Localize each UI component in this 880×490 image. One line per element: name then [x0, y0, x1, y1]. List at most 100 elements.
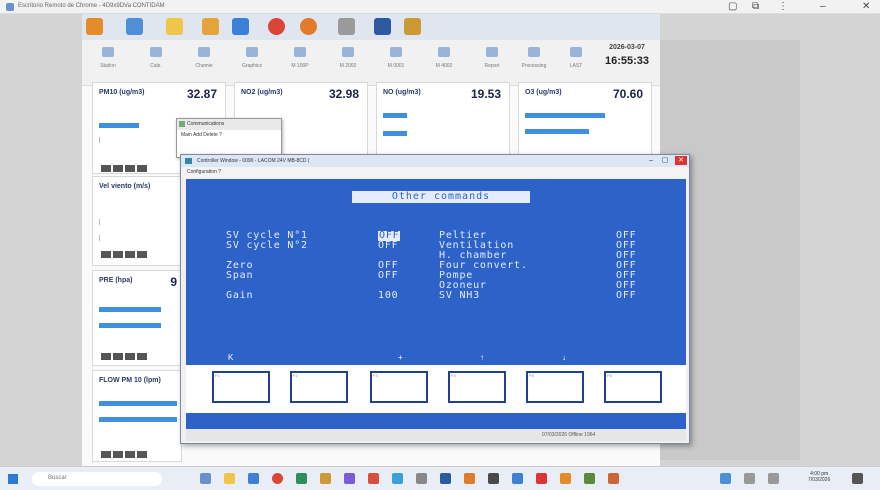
- remote-window-titlebar: Escritorio Remoto de Chrome - 4D9x9DVa C…: [0, 0, 880, 14]
- toolbar-button[interactable]: Cals.: [134, 44, 178, 78]
- communications-titlebar[interactable]: Communications: [177, 119, 281, 130]
- level-bar: [99, 417, 177, 422]
- windows-start-icon[interactable]: [8, 474, 18, 484]
- toolbar-button[interactable]: M 0001: [374, 44, 418, 78]
- taskbar-app-icon[interactable]: [440, 473, 451, 484]
- toolbar-button[interactable]: M 2002: [326, 44, 370, 78]
- app-icon[interactable]: [300, 18, 317, 35]
- toolbar-button[interactable]: Chemie: [182, 44, 226, 78]
- fkey-label: K: [228, 353, 234, 362]
- app-icon[interactable]: [338, 18, 355, 35]
- toolbar: Station Cals. Chemie Graphics M 100P M 2…: [82, 40, 660, 86]
- toolbar-button[interactable]: M 4002: [422, 44, 466, 78]
- level-bar: [99, 323, 161, 328]
- toolbar-button[interactable]: Processing: [512, 44, 556, 78]
- menu-dots-icon[interactable]: ⋮: [778, 1, 788, 12]
- level-bar: [383, 131, 407, 136]
- taskbar-app-icon[interactable]: [416, 473, 427, 484]
- function-key-f3[interactable]: F3: [370, 371, 428, 403]
- close-icon[interactable]: ✕: [862, 1, 870, 12]
- system-tray-icon[interactable]: [744, 473, 755, 484]
- controller-window[interactable]: Controller Window - 0090 - LACOM 24V MB-…: [180, 154, 690, 444]
- terminal-icon: [185, 158, 192, 164]
- app-icon[interactable]: [126, 18, 143, 35]
- function-key-f1[interactable]: F1: [212, 371, 270, 403]
- span-value[interactable]: OFF: [378, 271, 398, 281]
- gain-value[interactable]: 100: [378, 291, 398, 301]
- app-icon: [179, 121, 185, 127]
- app-icon[interactable]: [374, 18, 391, 35]
- toolbar-button[interactable]: M 100P: [278, 44, 322, 78]
- communications-menu[interactable]: Main Add Delete ?: [177, 130, 281, 140]
- close-icon[interactable]: ✕: [675, 156, 687, 165]
- window-title: Escritorio Remoto de Chrome - 4D9x9DVa C…: [18, 3, 165, 9]
- function-key-f2[interactable]: F2: [290, 371, 348, 403]
- folder-icon[interactable]: [166, 18, 183, 35]
- taskbar-app-icon[interactable]: [248, 473, 259, 484]
- taskbar-app-icon[interactable]: [368, 473, 379, 484]
- card-controls[interactable]: [101, 451, 149, 458]
- sensor-card-wind[interactable]: Vel viento (m/s): [92, 176, 182, 266]
- sv-nh3-value[interactable]: OFF: [616, 291, 636, 301]
- function-key-labels: K + ↑ ↓: [186, 353, 686, 365]
- notifications-icon[interactable]: [852, 473, 863, 484]
- outlook-icon[interactable]: [232, 18, 249, 35]
- taskbar-app-icon[interactable]: [512, 473, 523, 484]
- chrome-icon[interactable]: [268, 18, 285, 35]
- maximize-icon[interactable]: ▢: [659, 156, 671, 165]
- function-key-f6[interactable]: F6: [604, 371, 662, 403]
- card-controls[interactable]: [101, 353, 149, 360]
- restore-icon[interactable]: ▢: [728, 1, 737, 12]
- taskbar-search[interactable]: Buscar: [32, 472, 162, 486]
- card-controls[interactable]: [101, 165, 149, 172]
- level-bar: [383, 113, 407, 118]
- taskbar-app-icon[interactable]: [584, 473, 595, 484]
- taskbar-app-icon[interactable]: [320, 473, 331, 484]
- quick-launch-bar: [82, 14, 660, 40]
- chrome-icon[interactable]: [272, 473, 283, 484]
- minimize-icon[interactable]: –: [645, 156, 657, 165]
- sv-nh3-label: SV NH3: [439, 290, 480, 301]
- taskbar-app-icon[interactable]: [536, 473, 547, 484]
- folder-icon[interactable]: [224, 473, 235, 484]
- screen-header: Other commands: [352, 191, 530, 203]
- app-icon[interactable]: [404, 18, 421, 35]
- toolbar-button[interactable]: Station: [86, 44, 130, 78]
- taskbar-app-icon[interactable]: [200, 473, 211, 484]
- status-text: 07/03/2026 Offline 1964: [542, 432, 596, 438]
- app-icon[interactable]: [86, 18, 103, 35]
- app-icon[interactable]: [202, 18, 219, 35]
- status-bar: 07/03/2026 Offline 1964: [186, 429, 686, 441]
- minimize-icon[interactable]: –: [820, 1, 826, 12]
- card-controls[interactable]: [101, 251, 149, 258]
- fullscreen-icon[interactable]: ⧉: [752, 1, 759, 12]
- sensor-card-pressure[interactable]: PRE (hpa) 9: [92, 270, 182, 366]
- toolbar-button[interactable]: Graphics: [230, 44, 274, 78]
- taskbar-app-icon[interactable]: [464, 473, 475, 484]
- span-label: Span: [226, 270, 254, 281]
- taskbar-app-icon[interactable]: [296, 473, 307, 484]
- gain-label: Gain: [226, 290, 254, 301]
- taskbar-app-icon[interactable]: [488, 473, 499, 484]
- communications-window[interactable]: Communications Main Add Delete ?: [176, 118, 282, 158]
- fkey-label: ↓: [562, 353, 566, 362]
- taskbar-clock[interactable]: 4:00 pm 7/03/2026: [808, 471, 830, 483]
- function-key-f5[interactable]: F5: [526, 371, 584, 403]
- level-bar: [99, 307, 161, 312]
- function-key-panel: F1 F2 F3 F4 F5 F6: [186, 365, 686, 413]
- system-tray-icon[interactable]: [768, 473, 779, 484]
- sv-cycle-2-value[interactable]: OFF: [378, 241, 398, 251]
- function-key-f4[interactable]: F4: [448, 371, 506, 403]
- system-tray-icon[interactable]: [720, 473, 731, 484]
- controller-titlebar[interactable]: Controller Window - 0090 - LACOM 24V MB-…: [181, 155, 689, 167]
- toolbar-button[interactable]: Report: [470, 44, 514, 78]
- time-text: 16:55:33: [604, 55, 650, 67]
- fkey-label: ↑: [480, 353, 484, 362]
- controller-menu[interactable]: Configuration ?: [181, 167, 689, 178]
- toolbar-button[interactable]: LAST: [554, 44, 598, 78]
- taskbar-app-icon[interactable]: [344, 473, 355, 484]
- taskbar-app-icon[interactable]: [608, 473, 619, 484]
- sensor-card-flow[interactable]: FLOW PM 10 (lpm): [92, 370, 182, 462]
- taskbar-app-icon[interactable]: [560, 473, 571, 484]
- taskbar-app-icon[interactable]: [392, 473, 403, 484]
